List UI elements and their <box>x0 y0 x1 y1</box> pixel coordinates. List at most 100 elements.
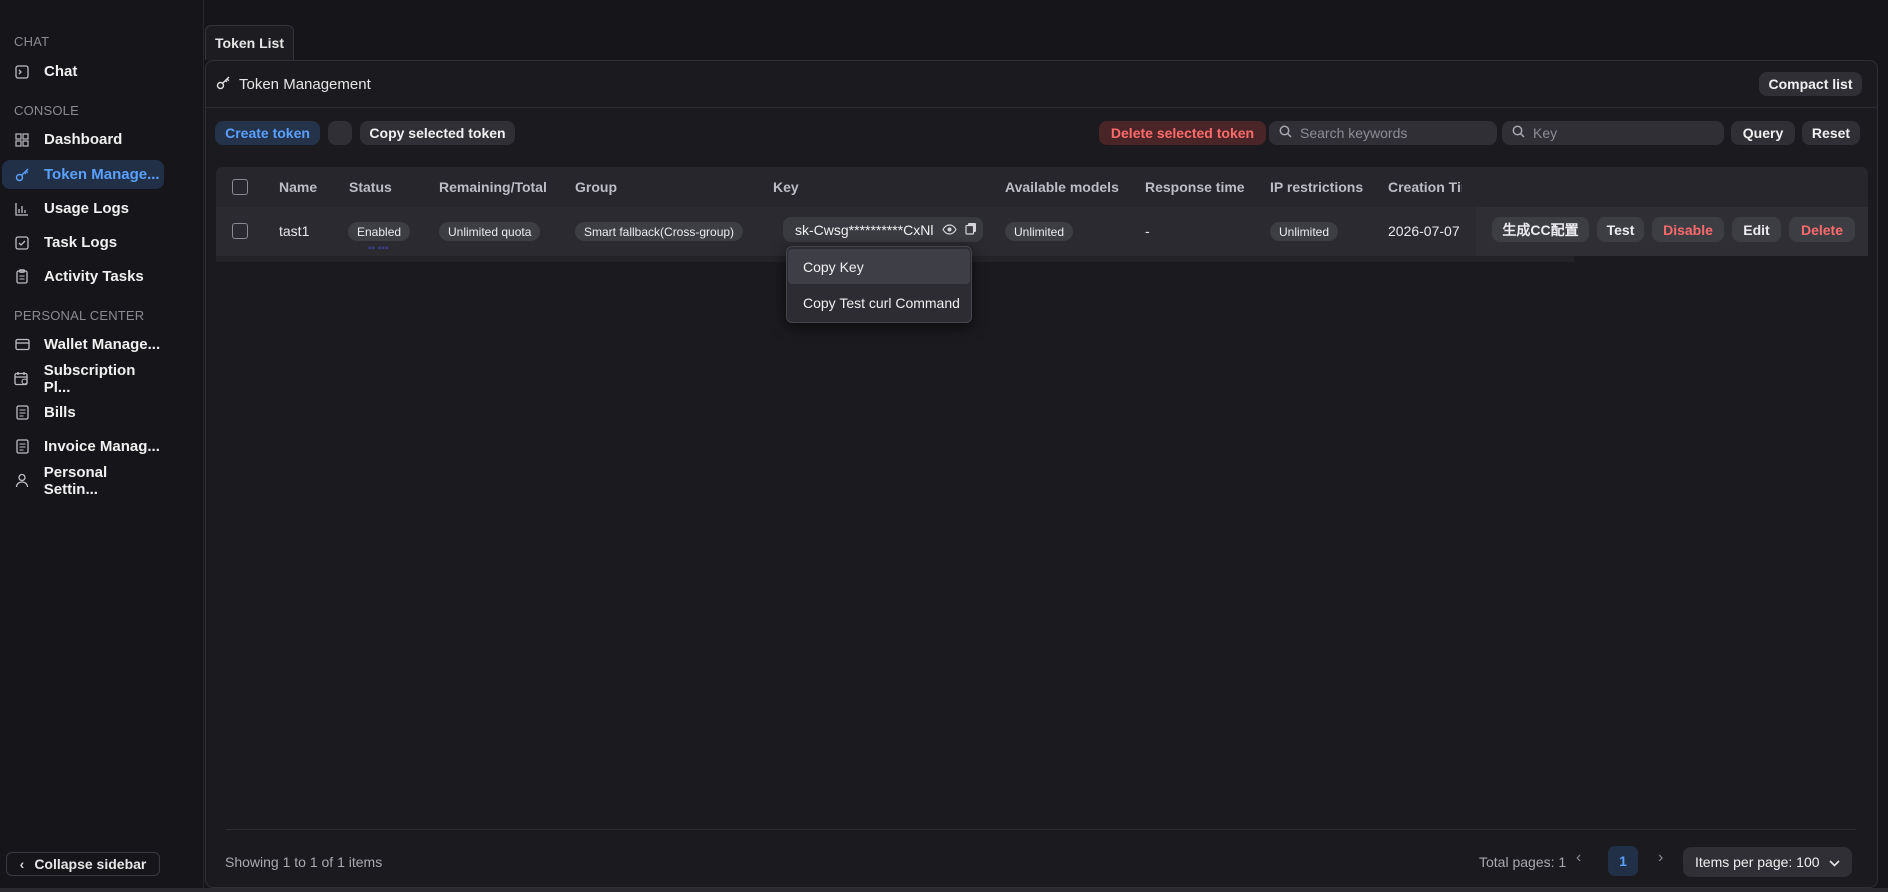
ip-badge: Unlimited <box>1270 222 1339 241</box>
group-badge: Smart fallback(Cross-group) <box>575 222 744 241</box>
col-creation-time[interactable]: Creation Tim <box>1388 179 1462 195</box>
col-key[interactable]: Key <box>773 179 799 195</box>
select-all-checkbox[interactable] <box>232 179 248 195</box>
copy-icon[interactable] <box>965 222 977 238</box>
search-icon <box>1279 125 1292 141</box>
copy-key-label: Copy Key <box>803 258 864 275</box>
sidebar-item-usage-logs[interactable]: Usage Logs <box>2 194 164 223</box>
card-title: Token Management <box>216 75 371 94</box>
invoice-icon <box>14 439 30 455</box>
col-status[interactable]: Status <box>349 179 392 195</box>
section-chat-label: CHAT <box>14 34 50 49</box>
prev-page-icon[interactable]: ‹ <box>1576 849 1581 867</box>
col-remaining[interactable]: Remaining/Total <box>439 179 547 195</box>
blank-toolbar-button[interactable] <box>328 121 352 145</box>
col-group[interactable]: Group <box>575 179 617 195</box>
disable-label: Disable <box>1663 221 1713 238</box>
sidebar: CHAT Chat CONSOLE Dashboard Token Manage… <box>0 0 204 892</box>
menu-item-copy-key[interactable]: Copy Key <box>788 249 970 284</box>
copy-selected-token-button[interactable]: Copy selected token <box>360 121 515 145</box>
user-icon <box>14 473 30 489</box>
delete-button[interactable]: Delete <box>1789 217 1855 242</box>
sidebar-item-bills[interactable]: Bills <box>2 398 164 427</box>
col-name[interactable]: Name <box>279 179 317 195</box>
sidebar-item-subscription[interactable]: Subscription Pl... <box>2 361 164 396</box>
sidebar-item-label: Token Manage... <box>44 166 160 183</box>
sidebar-item-label: Dashboard <box>44 131 123 148</box>
sidebar-item-activity-tasks[interactable]: Activity Tasks <box>2 262 164 291</box>
wallet-icon <box>14 337 30 353</box>
eye-icon[interactable] <box>942 222 957 238</box>
key-search-input[interactable]: Key <box>1502 121 1724 145</box>
next-page-icon[interactable]: › <box>1658 849 1663 867</box>
sidebar-item-label: Usage Logs <box>44 200 130 217</box>
card-header: Token Management Compact list <box>206 61 1877 108</box>
copy-selected-label: Copy selected token <box>369 125 506 141</box>
tab-token-list[interactable]: Token List <box>205 25 294 60</box>
sidebar-item-label: Activity Tasks <box>44 268 144 285</box>
models-badge: Unlimited <box>1005 222 1074 241</box>
edit-button[interactable]: Edit <box>1732 217 1781 242</box>
chevron-left-icon: ‹ <box>19 856 25 872</box>
search-keywords-input[interactable]: Search keywords <box>1269 121 1497 145</box>
cc-label: 生成CC配置 <box>1502 221 1579 238</box>
token-management-card: Token Management Compact list Create tok… <box>205 60 1878 888</box>
sidebar-item-task-logs[interactable]: Task Logs <box>2 228 164 257</box>
reset-button[interactable]: Reset <box>1802 121 1860 145</box>
delete-label: Delete <box>1800 221 1844 238</box>
collapse-sidebar-label: Collapse sidebar <box>34 856 147 872</box>
disable-button[interactable]: Disable <box>1652 217 1724 242</box>
test-label: Test <box>1606 221 1635 238</box>
tab-label: Token List <box>215 35 284 51</box>
col-response-time[interactable]: Response time <box>1145 179 1245 195</box>
row-checkbox[interactable] <box>232 223 248 239</box>
col-available-models[interactable]: Available models <box>1005 179 1119 195</box>
sidebar-item-wallet[interactable]: Wallet Manage... <box>2 330 164 359</box>
menu-item-copy-curl[interactable]: Copy Test curl Command <box>788 285 970 320</box>
faint-annotation: ▪▪ ▪▪▪ <box>368 243 389 254</box>
sidebar-item-label: Personal Settin... <box>43 463 108 498</box>
chat-icon <box>14 64 30 80</box>
items-per-page-select[interactable]: Items per page: 100 <box>1683 847 1852 877</box>
chevron-down-icon <box>1829 854 1840 870</box>
generate-cc-config-button[interactable]: 生成CC配置 <box>1492 217 1589 242</box>
models-text: Unlimited <box>1014 224 1065 239</box>
sidebar-item-label: Wallet Manage... <box>44 336 161 353</box>
table-header: Name Status Remaining/Total Group Key Av… <box>216 167 1868 207</box>
cell-creation-time: 2026-07-07 1 <box>1388 223 1464 239</box>
key-icon <box>14 167 30 183</box>
create-token-button[interactable]: Create token <box>215 121 320 145</box>
sidebar-item-token-management[interactable]: Token Manage... <box>2 160 164 189</box>
status-badge: Enabled <box>348 222 411 241</box>
copy-dropdown-menu: Copy Key Copy Test curl Command <box>786 246 972 323</box>
page-number: 1 <box>1619 853 1627 869</box>
dashboard-icon <box>14 132 30 148</box>
test-button[interactable]: Test <box>1597 217 1644 242</box>
collapse-sidebar-button[interactable]: ‹ Collapse sidebar <box>6 852 160 876</box>
compact-list-button[interactable]: Compact list <box>1759 72 1862 96</box>
sidebar-item-chat[interactable]: Chat <box>2 57 164 86</box>
query-button[interactable]: Query <box>1731 121 1795 145</box>
group-text: Smart fallback(Cross-group) <box>584 224 735 239</box>
key-icon <box>216 75 231 94</box>
sidebar-item-label: Bills <box>44 404 76 421</box>
sidebar-item-label: Task Logs <box>44 234 118 251</box>
sidebar-item-label: Subscription Pl... <box>43 361 136 396</box>
sidebar-item-label: Chat <box>44 63 78 80</box>
sidebar-item-personal-settings[interactable]: Personal Settin... <box>2 463 164 498</box>
sidebar-item-invoice[interactable]: Invoice Manag... <box>2 432 164 461</box>
col-ip-restrictions[interactable]: IP restrictions <box>1270 179 1363 195</box>
delete-selected-token-button[interactable]: Delete selected token <box>1099 121 1266 145</box>
row-actions: 生成CC配置 Test Disable Edit Delete <box>1476 207 1868 256</box>
table-row: tast1 Enabled ▪▪ ▪▪▪ Unlimited quota Sma… <box>216 207 1868 256</box>
card-title-text: Token Management <box>239 76 371 93</box>
compact-list-label: Compact list <box>1768 76 1853 92</box>
sidebar-item-dashboard[interactable]: Dashboard <box>2 125 164 154</box>
bar-chart-icon <box>14 201 30 217</box>
page-button-current[interactable]: 1 <box>1608 846 1638 876</box>
remaining-badge: Unlimited quota <box>439 222 541 241</box>
key-field[interactable]: sk-Cwsg**********CxNl <box>783 217 983 242</box>
edit-label: Edit <box>1743 221 1770 238</box>
copy-curl-label: Copy Test curl Command <box>803 294 960 311</box>
total-pages-text: Total pages: 1 <box>1479 854 1567 870</box>
